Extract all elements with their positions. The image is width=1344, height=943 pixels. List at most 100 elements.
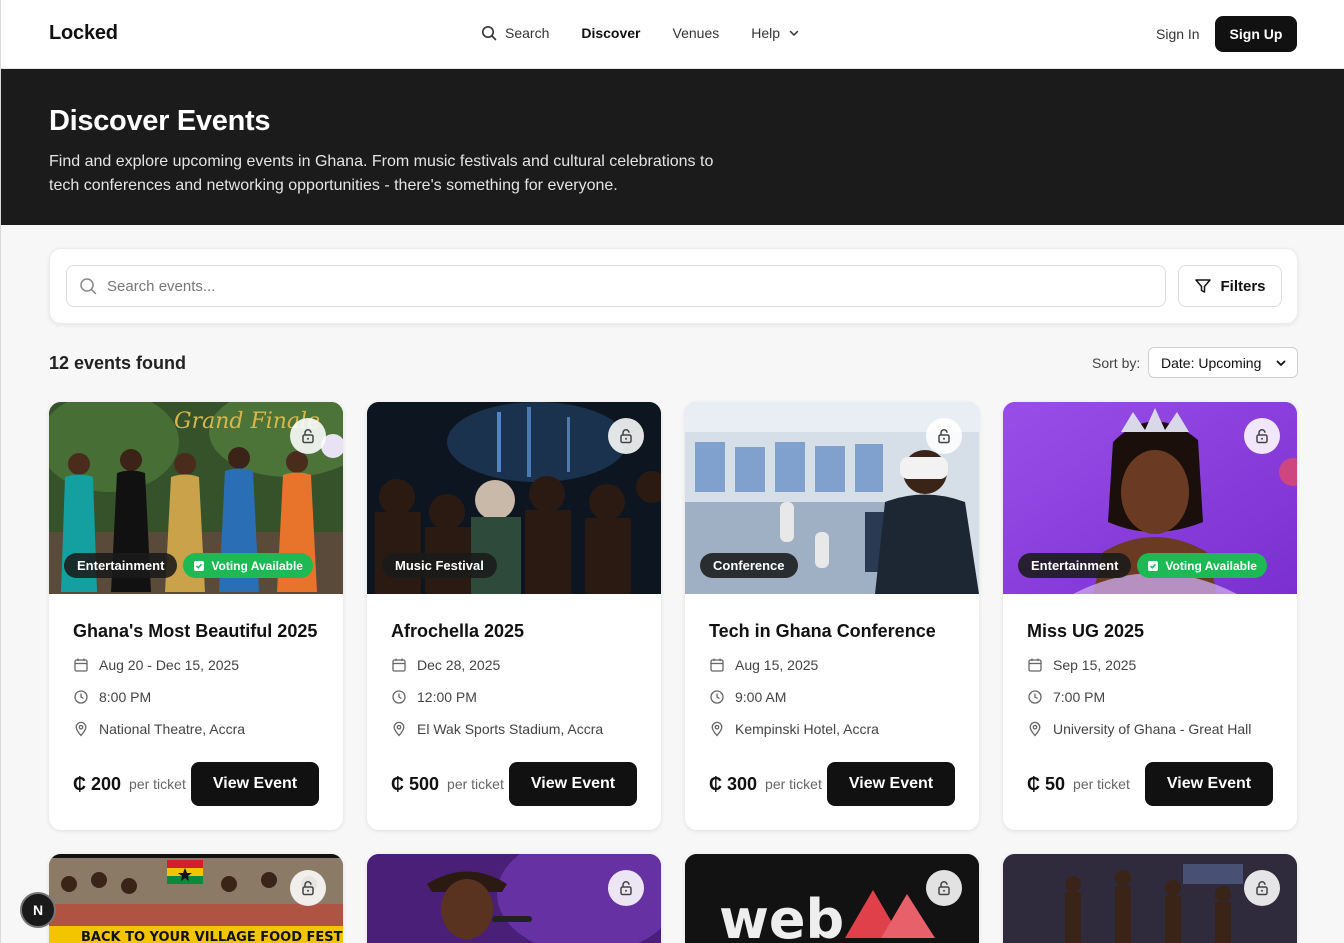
unlock-icon (302, 429, 314, 444)
event-time-text: 7:00 PM (1053, 689, 1106, 705)
sort-select[interactable]: Date: Upcoming (1148, 347, 1298, 378)
event-details: Afrochella 2025 Dec 28, 2025 12:00 PM El… (367, 594, 661, 738)
event-title: Afrochella 2025 (391, 621, 525, 641)
event-time: 8:00 PM (73, 688, 319, 706)
event-card[interactable]: Conference Tech in Ghana Conference Aug … (685, 402, 979, 830)
event-card[interactable] (1003, 854, 1297, 943)
event-date: Sep 15, 2025 (1027, 656, 1273, 674)
event-image: Music Festival (367, 402, 661, 594)
event-card[interactable]: web (685, 854, 979, 943)
nav-help-dropdown[interactable]: Help (751, 25, 800, 41)
logo[interactable]: Locked (49, 22, 118, 45)
event-image (1003, 854, 1297, 943)
clock-icon (710, 690, 724, 704)
event-title: Tech in Ghana Conference (709, 621, 936, 641)
vote-icon (1148, 560, 1159, 571)
page-subtitle: Find and explore upcoming events in Ghan… (49, 153, 714, 194)
view-event-button[interactable]: View Event (509, 762, 637, 806)
lock-button[interactable] (1244, 870, 1280, 906)
search-icon (482, 26, 497, 41)
event-card[interactable]: Entertainment Voting Available Miss UG 2… (1003, 402, 1297, 830)
event-date-text: Aug 20 - Dec 15, 2025 (99, 657, 240, 673)
filter-icon (1195, 279, 1212, 293)
unlock-icon (1256, 881, 1268, 896)
lock-button[interactable] (926, 870, 962, 906)
event-date: Aug 20 - Dec 15, 2025 (73, 656, 319, 674)
search-input[interactable] (107, 277, 1107, 295)
location-pin-icon (1029, 721, 1041, 737)
category-badge: Conference (700, 553, 798, 578)
category-badge: Music Festival (382, 553, 497, 578)
event-badges: Entertainment Voting Available (64, 553, 313, 578)
nav-help-label: Help (751, 25, 781, 41)
lock-button[interactable] (608, 870, 644, 906)
sign-up-button[interactable]: Sign Up (1215, 16, 1297, 52)
event-date-text: Dec 28, 2025 (417, 657, 501, 673)
unlock-icon (620, 429, 632, 444)
nav-search[interactable]: Search (481, 25, 549, 41)
event-time-text: 8:00 PM (99, 689, 152, 705)
category-badge: Entertainment (64, 553, 178, 578)
search-field[interactable] (66, 265, 1166, 307)
chevron-down-icon (1276, 360, 1286, 366)
sort-label: Sort by: (1092, 355, 1141, 371)
sort-value: Date: Upcoming (1161, 354, 1262, 371)
location-pin-icon (711, 721, 723, 737)
nav-venues-label: Venues (672, 25, 720, 41)
unlock-icon (1256, 429, 1268, 444)
clock-icon (392, 690, 406, 704)
dev-tools-button[interactable]: N (20, 892, 56, 928)
hero-banner: Discover Events Find and explore upcomin… (1, 69, 1344, 225)
category-badge: Entertainment (1018, 553, 1132, 578)
vote-icon (194, 560, 205, 571)
event-card[interactable]: Grand Finale Entertainment Voting Availa… (49, 402, 343, 830)
event-price: ₵ 200 (73, 773, 122, 794)
event-date-text: Aug 15, 2025 (735, 657, 819, 673)
lock-button[interactable] (290, 870, 326, 906)
filters-button[interactable]: Filters (1178, 265, 1282, 307)
event-image: web (685, 854, 979, 943)
event-badges: Entertainment Voting Available (1018, 553, 1267, 578)
unlock-icon (302, 881, 314, 896)
filters-label: Filters (1220, 277, 1266, 295)
voting-badge: Voting Available (183, 553, 313, 578)
price-unit: per ticket (447, 776, 504, 792)
lock-button[interactable] (926, 418, 962, 454)
event-venue: Kempinski Hotel, Accra (709, 720, 955, 738)
view-event-button[interactable]: View Event (191, 762, 319, 806)
price-unit: per ticket (1073, 776, 1130, 792)
unlock-icon (620, 881, 632, 896)
nav-search-label: Search (505, 25, 550, 41)
chevron-down-icon (789, 30, 799, 36)
nav-discover[interactable]: Discover (581, 25, 640, 41)
event-venue: National Theatre, Accra (73, 720, 319, 738)
event-image: Conference (685, 402, 979, 594)
lock-button[interactable] (1244, 418, 1280, 454)
sign-in-link[interactable]: Sign In (1156, 26, 1200, 42)
event-badges: Conference (700, 553, 798, 578)
event-image: BACK TO YOUR VILLAGE FOOD FESTIVAL (49, 854, 343, 943)
event-time: 12:00 PM (391, 688, 637, 706)
main-nav: Search Discover Venues Help (481, 25, 800, 41)
event-date-text: Sep 15, 2025 (1053, 657, 1137, 673)
event-venue-text: National Theatre, Accra (99, 721, 246, 737)
event-footer: ₵ 300 per ticket View Event (709, 762, 955, 806)
image-caption: web (719, 888, 844, 943)
view-event-button[interactable]: View Event (827, 762, 955, 806)
event-footer: ₵ 500 per ticket View Event (391, 762, 637, 806)
event-details: Ghana's Most Beautiful 2025 Aug 20 - Dec… (49, 594, 343, 738)
event-image: Grand Finale Entertainment Voting Availa… (49, 402, 343, 594)
clock-icon (74, 690, 88, 704)
event-time: 7:00 PM (1027, 688, 1273, 706)
nav-venues[interactable]: Venues (673, 25, 720, 41)
view-event-button[interactable]: View Event (1145, 762, 1273, 806)
location-pin-icon (75, 721, 87, 737)
lock-button[interactable] (290, 418, 326, 454)
lock-button[interactable] (608, 418, 644, 454)
event-image (367, 854, 661, 943)
event-venue-text: El Wak Sports Stadium, Accra (417, 721, 604, 737)
event-card[interactable]: Music Festival Afrochella 2025 Dec 28, 2… (367, 402, 661, 830)
event-card[interactable] (367, 854, 661, 943)
event-badges: Music Festival (382, 553, 497, 578)
event-card[interactable]: BACK TO YOUR VILLAGE FOOD FESTIVAL (49, 854, 343, 943)
